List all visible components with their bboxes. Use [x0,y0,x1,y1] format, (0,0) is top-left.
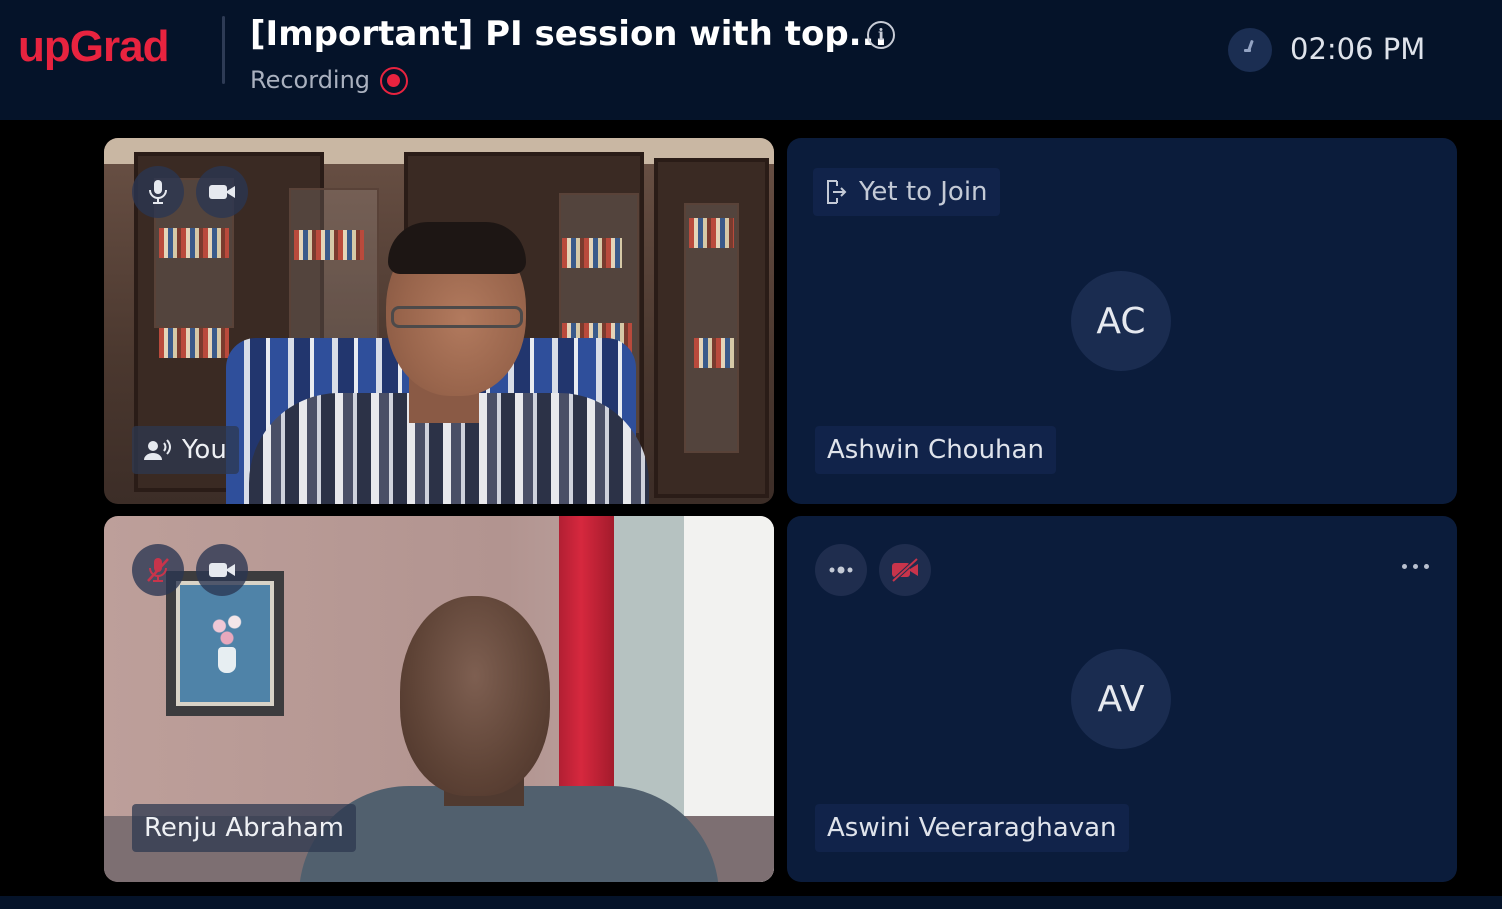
avatar: AV [1071,649,1171,749]
participant-name: Renju Abraham [144,813,344,843]
participant-tile-renju[interactable]: Renju Abraham [104,516,774,882]
meeting-header: upGrad [Important] PI session with top..… [0,0,1502,120]
participant-name: Aswini Veeraraghavan [827,813,1117,843]
footer-bar [0,896,1502,909]
more-options-icon[interactable] [1397,556,1433,576]
upgrad-logo: upGrad [18,22,169,71]
clock-icon [1228,28,1272,72]
participant-name-tag: Renju Abraham [132,804,356,852]
participant-name-tag: Aswini Veeraraghavan [815,804,1129,852]
recording-dot-icon [380,67,408,95]
recording-label: Recording [250,66,371,94]
yet-to-join-badge: Yet to Join [813,168,1000,216]
participant-name: Ashwin Chouhan [827,435,1044,465]
participant-tile-you[interactable]: You [104,138,774,504]
exit-door-icon [827,180,847,204]
avatar: AC [1071,271,1171,371]
video-camera-icon[interactable] [196,544,248,596]
clock-time: 02:06 PM [1290,32,1426,66]
speaking-user-icon [144,439,171,460]
info-icon[interactable]: i [867,21,895,49]
yet-to-join-label: Yet to Join [859,177,988,207]
video-camera-icon[interactable] [196,166,248,218]
participant-name-tag: You [132,426,239,474]
video-camera-off-icon[interactable] [879,544,931,596]
meeting-title: [Important] PI session with top... [250,14,888,54]
audio-activity-icon[interactable] [815,544,867,596]
participant-name: You [182,435,227,465]
microphone-icon[interactable] [132,166,184,218]
participant-tile-aswini[interactable]: AV Aswini Veeraraghavan [787,516,1457,882]
microphone-muted-icon[interactable] [132,544,184,596]
participant-name-tag: Ashwin Chouhan [815,426,1056,474]
header-divider [222,16,225,84]
participant-tile-ashwin[interactable]: Yet to Join AC Ashwin Chouhan [787,138,1457,504]
